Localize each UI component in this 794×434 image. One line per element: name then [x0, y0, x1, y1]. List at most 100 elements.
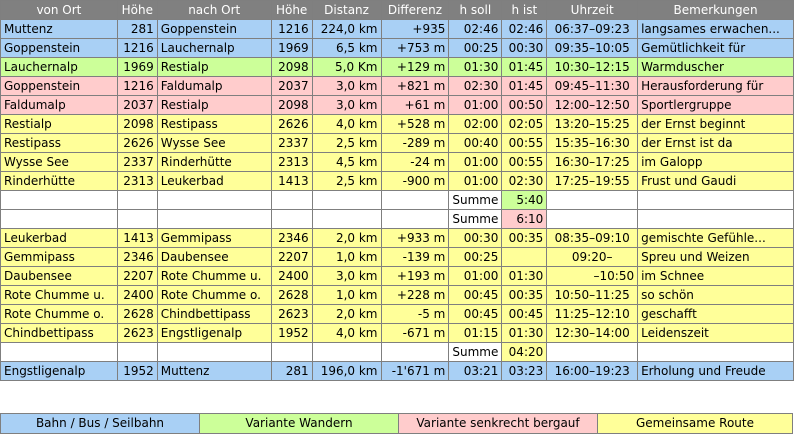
cell-bemerkung: Sportlergruppe [637, 95, 794, 115]
cell-differenz: -139 m [380, 247, 450, 267]
legend: Bahn / Bus / Seilbahn Variante Wandern V… [0, 413, 793, 434]
cell-uhrzeit: 10:30–12:15 [546, 57, 639, 77]
header-hoehe-nach: Höhe [270, 0, 313, 20]
header-h-soll: h soll [448, 0, 503, 20]
cell-hoehe-nach: 2207 [270, 247, 313, 267]
cell-nach: Rote Chumme u. [156, 266, 272, 286]
cell-hoehe-von: 1216 [116, 38, 158, 58]
cell-h-soll: 00:45 [448, 285, 503, 305]
cell-hoehe-von: 1969 [116, 57, 158, 77]
cell-distanz: 4,5 km [311, 152, 382, 172]
cell-von: Gemmipass [0, 247, 118, 267]
table-row: Leukerbad 1413 Gemmipass 2346 2,0 km +93… [0, 228, 794, 248]
cell-differenz: -671 m [380, 323, 450, 343]
cell-von: Restipass [0, 133, 118, 153]
cell-uhrzeit: 09:35–10:05 [546, 38, 639, 58]
cell-hoehe-von: 2098 [116, 114, 158, 134]
cell-uhrzeit: 13:20–15:25 [546, 114, 639, 134]
cell-hoehe-nach: 2400 [270, 266, 313, 286]
cell-uhrzeit: 09:20– [546, 247, 639, 267]
cell-hoehe-nach: 1969 [270, 38, 313, 58]
cell-differenz: +228 m [380, 285, 450, 305]
table-row: Goppenstein 1216 Lauchernalp 1969 6,5 km… [0, 38, 794, 58]
cell-h-soll: 01:30 [448, 57, 503, 77]
header-differenz: Differenz [380, 0, 450, 20]
cell-uhrzeit: 16:00–19:23 [546, 361, 639, 381]
cell-von: Rinderhütte [0, 171, 118, 191]
cell-uhrzeit: –10:50 [546, 266, 639, 286]
cell-h-ist: 00:30 [501, 38, 548, 58]
cell-h-ist: 00:35 [501, 228, 548, 248]
cell-distanz: 6,5 km [311, 38, 382, 58]
cell-h-ist [501, 247, 548, 267]
cell-distanz: 4,0 km [311, 323, 382, 343]
cell-differenz: +129 m [380, 57, 450, 77]
cell-h-soll: 03:21 [448, 361, 503, 381]
cell-h-ist: 00:35 [501, 285, 548, 305]
cell-differenz: +193 m [380, 266, 450, 286]
cell-distanz: 4,0 km [311, 114, 382, 134]
cell-hoehe-von: 2207 [116, 266, 158, 286]
cell-distanz: 3,0 km [311, 266, 382, 286]
cell-hoehe-nach: 1216 [270, 19, 313, 39]
cell-h-soll: 00:25 [448, 38, 503, 58]
cell-distanz: 2,0 km [311, 228, 382, 248]
cell-von: Rote Chumme o. [0, 304, 118, 324]
header-row: von Ort Höhe nach Ort Höhe Distanz Diffe… [0, 0, 794, 20]
cell-von: Goppenstein [0, 38, 118, 58]
table-row: Faldumalp 2037 Restialp 2098 3,0 km +61 … [0, 95, 794, 115]
cell-distanz: 2,5 km [311, 133, 382, 153]
cell-hoehe-von: 2623 [116, 323, 158, 343]
cell-von: Engstligenalp [0, 361, 118, 381]
cell-uhrzeit: 12:30–14:00 [546, 323, 639, 343]
table-row: Goppenstein 1216 Faldumalp 2037 3,0 km +… [0, 76, 794, 96]
cell-bemerkung: Warmduscher [637, 57, 794, 77]
cell-differenz: -1'671 m [380, 361, 450, 381]
legend-bahn: Bahn / Bus / Seilbahn [0, 413, 200, 434]
table-row: Rinderhütte 2313 Leukerbad 1413 2,5 km -… [0, 171, 794, 191]
cell-h-ist: 00:50 [501, 95, 548, 115]
cell-uhrzeit: 17:25–19:55 [546, 171, 639, 191]
header-h-ist: h ist [501, 0, 548, 20]
cell-distanz: 2,5 km [311, 171, 382, 191]
cell-h-soll: 02:46 [448, 19, 503, 39]
cell-uhrzeit: 08:35–09:10 [546, 228, 639, 248]
cell-uhrzeit: 16:30–17:25 [546, 152, 639, 172]
cell-hoehe-nach: 2313 [270, 152, 313, 172]
cell-differenz: -900 m [380, 171, 450, 191]
cell-h-soll: 02:30 [448, 76, 503, 96]
cell-bemerkung: gemischte Gefühle... [637, 228, 794, 248]
cell-h-soll: 02:00 [448, 114, 503, 134]
header-hoehe-von: Höhe [116, 0, 158, 20]
cell-hoehe-von: 281 [116, 19, 158, 39]
cell-differenz: -289 m [380, 133, 450, 153]
cell-hoehe-nach: 2626 [270, 114, 313, 134]
cell-von: Faldumalp [0, 95, 118, 115]
cell-nach: Muttenz [156, 361, 272, 381]
cell-nach: Chindbettipass [156, 304, 272, 324]
cell-von: Chindbettipass [0, 323, 118, 343]
cell-h-ist: 01:30 [501, 323, 548, 343]
header-bemerkungen: Bemerkungen [637, 0, 794, 20]
cell-hoehe-von: 2628 [116, 304, 158, 324]
cell-nach: Restialp [156, 95, 272, 115]
cell-differenz: -24 m [380, 152, 450, 172]
sum-row-senkrecht: Summe 6:10 [0, 209, 794, 229]
cell-differenz: +753 m [380, 38, 450, 58]
cell-h-soll: 00:25 [448, 247, 503, 267]
cell-bemerkung: der Ernst ist da [637, 133, 794, 153]
cell-hoehe-nach: 2098 [270, 57, 313, 77]
cell-nach: Rinderhütte [156, 152, 272, 172]
table-row: Rote Chumme o. 2628 Chindbettipass 2623 … [0, 304, 794, 324]
cell-von: Daubensee [0, 266, 118, 286]
cell-distanz: 5,0 Km [311, 57, 382, 77]
cell-bemerkung: Erholung und Freude [637, 361, 794, 381]
cell-distanz: 3,0 km [311, 95, 382, 115]
cell-differenz: +61 m [380, 95, 450, 115]
cell-nach: Restialp [156, 57, 272, 77]
cell-uhrzeit: 09:45–11:30 [546, 76, 639, 96]
sum-row-wandern: Summe 5:40 [0, 190, 794, 210]
route-table: von Ort Höhe nach Ort Höhe Distanz Diffe… [0, 0, 794, 381]
cell-h-soll: 01:00 [448, 266, 503, 286]
legend-gemeinsam: Gemeinsame Route [597, 413, 793, 434]
